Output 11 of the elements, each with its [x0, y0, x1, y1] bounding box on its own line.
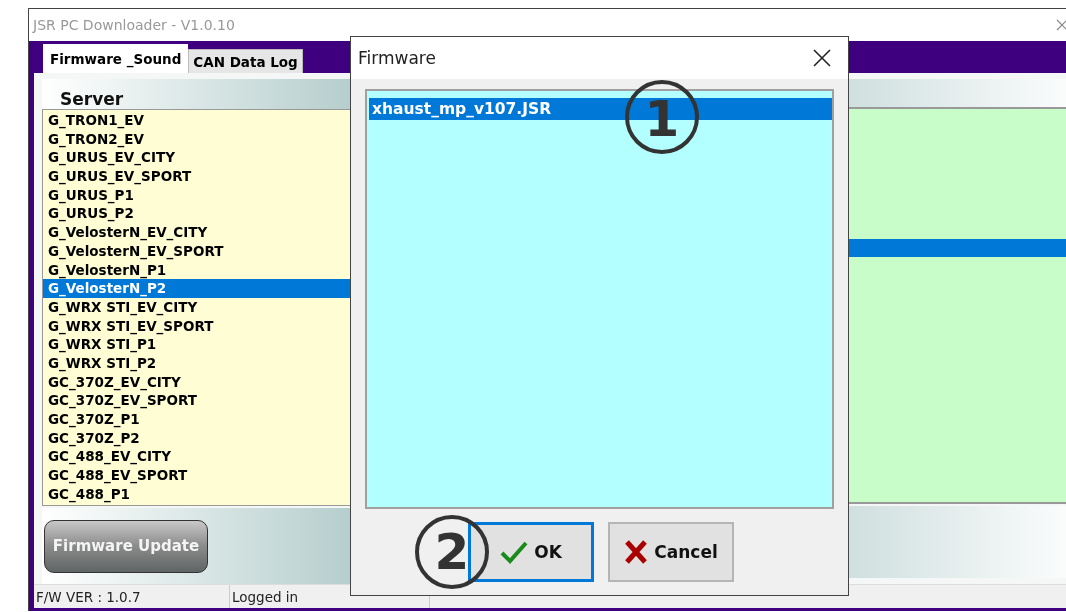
window-title: JSR PC Downloader - V1.0.10 [33, 17, 235, 33]
status-text: F/W VER : 1.0.7 [34, 585, 230, 608]
cross-icon [624, 539, 649, 565]
checkmark-icon [500, 540, 529, 564]
cancel-button[interactable]: Cancel [608, 522, 734, 582]
ok-button[interactable]: OK [468, 522, 594, 582]
tab[interactable]: Firmware _Sound [43, 44, 189, 73]
tab[interactable]: CAN Data Log [188, 49, 303, 73]
close-icon[interactable] [813, 49, 831, 67]
number-callout: 2 [415, 515, 489, 589]
dialog-title: Firmware [358, 48, 436, 68]
